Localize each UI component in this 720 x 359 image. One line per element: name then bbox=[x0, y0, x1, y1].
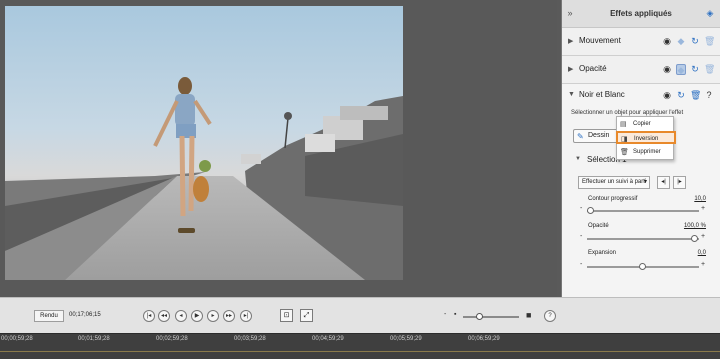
help-icon[interactable]: ? bbox=[544, 310, 556, 322]
video-scene bbox=[5, 77, 403, 280]
tracking-dropdown[interactable]: Effectuer un suivi à parti ▾ bbox=[578, 176, 650, 189]
render-button[interactable]: Rendu bbox=[34, 310, 64, 322]
effect-name: Opacité bbox=[579, 64, 607, 73]
help-icon[interactable]: ? bbox=[704, 90, 714, 101]
effect-name: Noir et Blanc bbox=[579, 90, 625, 99]
param-value-expansion[interactable]: 0,0 bbox=[698, 250, 706, 256]
ruler-baseline bbox=[0, 351, 720, 352]
draw-button-label: Dessin bbox=[588, 132, 610, 139]
zoom-small-icon[interactable]: ▪ bbox=[454, 311, 456, 318]
ruler-label: 00;03;59;28 bbox=[234, 336, 266, 342]
menu-item-label: Supprimer bbox=[633, 149, 661, 155]
ruler-label: 00;04;59;29 bbox=[312, 336, 344, 342]
minus-icon[interactable]: - bbox=[580, 233, 582, 240]
effect-row-mouvement[interactable]: ▶ Mouvement ◉ ◆ ↻ 🗑 bbox=[562, 28, 720, 56]
keyframe-icon[interactable]: ◆ bbox=[676, 36, 686, 47]
param-label: Opacité bbox=[588, 223, 609, 229]
keyframe-icon[interactable]: ◆ bbox=[676, 64, 686, 75]
expand-icon[interactable]: ▶ bbox=[568, 65, 573, 73]
panel-title: Effets appliqués bbox=[610, 9, 672, 18]
draw-button[interactable]: ✎ Dessin bbox=[573, 129, 620, 143]
timeline-ruler[interactable]: 00;00;59;28 00;01;59;28 00;02;59;28 00;0… bbox=[0, 333, 720, 359]
reset-icon[interactable]: ↻ bbox=[690, 36, 700, 47]
slider-thumb[interactable] bbox=[639, 263, 646, 270]
previous-keyframe-button[interactable]: ◂| bbox=[657, 176, 670, 189]
timecode[interactable]: 00;17;06;15 bbox=[69, 312, 101, 318]
slider-thumb[interactable] bbox=[587, 207, 594, 214]
plus-icon[interactable]: + bbox=[701, 205, 705, 212]
invert-icon: ◨ bbox=[621, 136, 628, 143]
expansion-slider[interactable] bbox=[587, 263, 699, 270]
previous-frame-icon[interactable]: ◂◂ bbox=[158, 310, 170, 322]
ruler-label: 00;00;59;28 bbox=[1, 336, 33, 342]
opacity-slider[interactable] bbox=[587, 235, 699, 242]
menu-item-supprimer[interactable]: 🗑 Supprimer bbox=[617, 146, 673, 159]
ruler-label: 00;05;59;29 bbox=[390, 336, 422, 342]
panel-options-icon[interactable]: ◈ bbox=[704, 7, 716, 19]
delete-icon[interactable]: 🗑 bbox=[690, 90, 701, 101]
step-back-icon[interactable]: ◂ bbox=[175, 310, 187, 322]
reset-icon[interactable]: ↻ bbox=[690, 64, 700, 75]
expand-icon[interactable]: ▶ bbox=[568, 37, 573, 45]
visibility-eye-icon[interactable]: ◉ bbox=[662, 36, 672, 47]
tracking-dropdown-value: Effectuer un suivi à parti bbox=[582, 179, 647, 185]
trash-icon: 🗑 bbox=[620, 149, 629, 156]
minus-icon[interactable]: - bbox=[580, 261, 582, 268]
timeline-zoom-slider[interactable] bbox=[463, 313, 519, 320]
next-frame-icon[interactable]: ▸▸ bbox=[223, 310, 235, 322]
param-label: Contour progressif bbox=[588, 196, 638, 202]
collapse-icon[interactable]: ▼ bbox=[575, 156, 581, 162]
zoom-large-icon[interactable]: ■ bbox=[526, 310, 531, 320]
param-label: Expansion bbox=[588, 250, 617, 256]
step-forward-icon[interactable]: ▸ bbox=[207, 310, 219, 322]
delete-icon[interactable]: 🗑 bbox=[704, 64, 715, 75]
effect-name: Mouvement bbox=[579, 36, 621, 45]
effect-row-opacite[interactable]: ▶ Opacité ◉ ◆ ↻ 🗑 bbox=[562, 56, 720, 84]
menu-item-label: Copier bbox=[633, 121, 651, 127]
snapshot-icon[interactable]: ⊡ bbox=[280, 309, 293, 322]
copy-icon: ▤ bbox=[620, 121, 627, 128]
collapse-icon[interactable]: ▼ bbox=[568, 91, 575, 98]
next-keyframe-button[interactable]: |▸ bbox=[673, 176, 686, 189]
go-to-start-icon[interactable]: |◂ bbox=[143, 310, 155, 322]
menu-item-copier[interactable]: ▤ Copier bbox=[617, 118, 673, 131]
ruler-label: 00;02;59;28 bbox=[156, 336, 188, 342]
ruler-label: 00;06;59;29 bbox=[468, 336, 500, 342]
video-viewer bbox=[0, 0, 557, 297]
play-icon[interactable]: ▶ bbox=[191, 310, 203, 322]
delete-icon[interactable]: 🗑 bbox=[704, 36, 715, 47]
minus-icon[interactable]: - bbox=[580, 205, 582, 212]
contour-slider[interactable] bbox=[587, 207, 699, 214]
plus-icon[interactable]: + bbox=[701, 233, 705, 240]
visibility-eye-icon[interactable]: ◉ bbox=[662, 90, 672, 101]
zoom-out-icon[interactable]: - bbox=[444, 311, 446, 318]
menu-item-label: Inversion bbox=[634, 136, 659, 142]
reset-icon[interactable]: ↻ bbox=[676, 90, 686, 101]
plus-icon[interactable]: + bbox=[701, 261, 705, 268]
go-to-end-icon[interactable]: ▸| bbox=[240, 310, 252, 322]
pen-icon: ✎ bbox=[577, 132, 584, 141]
param-value-contour[interactable]: 10,0 bbox=[694, 196, 706, 202]
transport-bar: Rendu 00;17;06;15 |◂ ◂◂ ◂ ▶ ▸ ▸▸ ▸| ⊡ ⤢ … bbox=[0, 297, 720, 333]
panel-header: » Effets appliqués ◈ bbox=[562, 0, 720, 28]
context-menu: ▤ Copier ◨ Inversion 🗑 Supprimer bbox=[616, 116, 676, 160]
menu-item-inversion[interactable]: ◨ Inversion bbox=[616, 131, 676, 144]
visibility-eye-icon[interactable]: ◉ bbox=[662, 64, 672, 75]
param-value-opacity[interactable]: 100,0 % bbox=[684, 223, 706, 229]
fullscreen-icon[interactable]: ⤢ bbox=[300, 309, 313, 322]
slider-thumb[interactable] bbox=[476, 313, 483, 320]
ruler-label: 00;01;59;28 bbox=[78, 336, 110, 342]
video-frame[interactable] bbox=[5, 6, 403, 280]
slider-thumb[interactable] bbox=[691, 235, 698, 242]
chevron-down-icon: ▾ bbox=[643, 179, 647, 185]
